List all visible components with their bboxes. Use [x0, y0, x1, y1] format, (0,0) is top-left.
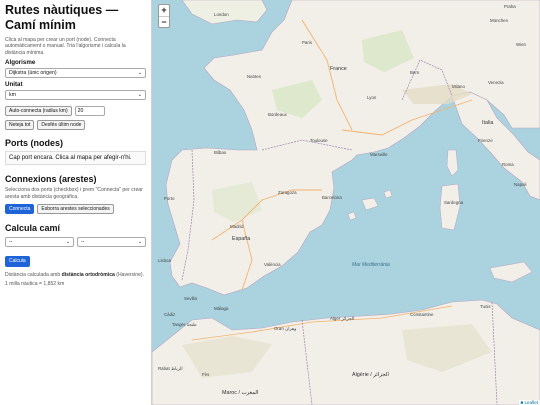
- map-label-cadiz: Cádiz: [164, 312, 176, 317]
- zoom-out-button[interactable]: −: [159, 16, 169, 27]
- map-label-porto: Porto: [164, 196, 175, 201]
- chevron-down-icon: ⌄: [137, 92, 142, 99]
- basemap: [152, 0, 540, 405]
- map-canvas[interactable]: + − London Paris France Nantes Lyon Bord…: [152, 0, 540, 405]
- ports-empty-message: Cap port encara. Clica al mapa per afegi…: [9, 155, 132, 162]
- map-label-firenze: Firenze: [478, 138, 493, 143]
- algorithm-label: Algorisme: [5, 59, 36, 67]
- unit-select[interactable]: km ⌄: [5, 90, 146, 101]
- algorithm-select[interactable]: Dijkstra (únic origen) ⌄: [5, 68, 146, 79]
- map-label-tunis: Tunis: [480, 304, 491, 309]
- map-label-madrid: Madrid: [230, 224, 244, 229]
- zoom-control: + −: [158, 4, 170, 28]
- map-label-roma: Roma: [502, 162, 514, 167]
- map-label-venezia: Venezia: [488, 80, 504, 85]
- map-label-bern: Bern: [410, 70, 420, 75]
- map-label-sardegna: Sardegna: [444, 200, 464, 205]
- map-label-oran: Oran وهران: [274, 326, 297, 331]
- map-label-toulouse: Toulouse: [310, 138, 328, 143]
- autoconnect-button[interactable]: Auto-connecta (radius km): [5, 106, 72, 117]
- map-label-maroc: Maroc / المغرب: [222, 390, 259, 396]
- map-label-paris: Paris: [302, 40, 313, 45]
- map-label-espana: España: [232, 236, 251, 242]
- map-label-fes: Fès: [202, 372, 210, 377]
- ports-list: Cap port encara. Clica al mapa per afegi…: [5, 151, 146, 166]
- connect-button[interactable]: Connecta: [5, 204, 35, 215]
- zoom-in-button[interactable]: +: [159, 5, 169, 16]
- map-label-rabat: Rabat الرباط: [158, 366, 183, 371]
- clear-all-button[interactable]: Neteja tot: [5, 120, 35, 131]
- map-label-milano: Milano: [452, 84, 465, 89]
- algorithm-select-value: Dijkstra (únic origen): [9, 70, 57, 77]
- map-label-marseille: Marseille: [370, 152, 388, 157]
- chevron-down-icon: ⌄: [137, 70, 142, 77]
- ports-heading: Ports (nodes): [5, 138, 64, 149]
- map-label-sevilla: Sevilla: [184, 296, 197, 301]
- destination-select-value: --: [81, 239, 85, 246]
- map-label-munchen: München: [490, 18, 509, 23]
- connections-help: Selecciona dos ports (checkbox) i prem "…: [5, 187, 143, 200]
- map-label-london: London: [214, 12, 229, 17]
- map-label-valencia: València: [264, 262, 281, 267]
- map-label-bordeaux: Bordeaux: [268, 112, 287, 117]
- map-label-lisboa: Lisboa: [158, 258, 171, 263]
- unit-label: Unitat: [5, 81, 23, 89]
- chevron-down-icon: ⌄: [137, 239, 142, 246]
- map-label-alger: Alger الجزائر: [330, 316, 355, 321]
- path-heading: Calcula camí: [5, 223, 61, 234]
- map-label-algerie: Algérie / الجزائر: [352, 372, 389, 378]
- map-label-wien: Wien: [516, 42, 527, 47]
- undo-last-node-button[interactable]: Desfés últim node: [37, 120, 86, 131]
- origin-select-value: --: [9, 239, 13, 246]
- map-label-nantes: Nantes: [247, 74, 261, 79]
- map-label-mediterranean: Mar Mediterrània: [352, 262, 390, 268]
- control-panel: Rutes nàutiques — Camí mínim Clica al ma…: [0, 0, 152, 405]
- map-label-malaga: Málaga: [214, 306, 229, 311]
- connections-heading: Connexions (arestes): [5, 174, 97, 185]
- map-label-praha: Praha: [504, 4, 516, 9]
- map-label-france: France: [330, 66, 347, 72]
- map-label-italia: Italia: [482, 120, 494, 126]
- calculate-button[interactable]: Calcula: [5, 256, 30, 268]
- nautical-mile-note: 1 milla nàutica = 1,852 km: [5, 281, 65, 288]
- chevron-down-icon: ⌄: [65, 239, 70, 246]
- distance-note: Distància calculada amb distància ortodr…: [5, 272, 145, 279]
- map-label-zaragoza: Zaragoza: [278, 190, 297, 195]
- origin-select[interactable]: -- ⌄: [5, 237, 74, 248]
- map-label-lyon: Lyon: [367, 95, 377, 100]
- delete-selected-edges-button[interactable]: Esborra arestes seleccionades: [37, 204, 114, 215]
- map-label-bilbao: Bilbao: [214, 150, 227, 155]
- intro-text: Clica al mapa per crear un port (node). …: [5, 37, 126, 56]
- map-label-barcelona: Barcelona: [322, 195, 342, 200]
- page-title: Rutes nàutiques — Camí mínim: [5, 3, 119, 32]
- map-label-tanger: Tanger طنجة: [172, 322, 197, 327]
- destination-select[interactable]: -- ⌄: [77, 237, 146, 248]
- map-label-constantine: Constantine: [410, 312, 434, 317]
- unit-select-value: km: [9, 92, 16, 99]
- autoconnect-radius-input[interactable]: 20: [74, 106, 105, 117]
- map-attribution[interactable]: ■ Leaflet: [518, 400, 540, 405]
- map-label-napoli: Napoli: [514, 182, 527, 187]
